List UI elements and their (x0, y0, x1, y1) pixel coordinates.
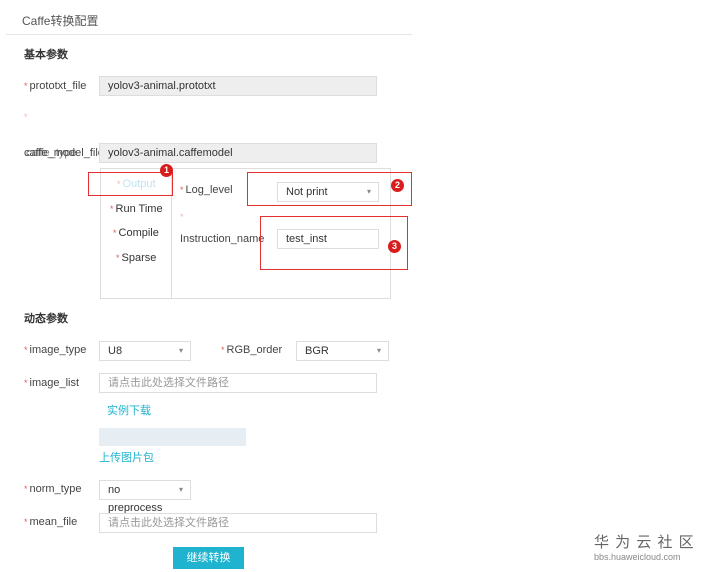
norm-type-select[interactable]: no preprocess ▾ (99, 480, 191, 514)
divider (6, 34, 412, 35)
annotation-badge-2: 2 (391, 179, 404, 192)
upload-area[interactable] (99, 428, 246, 446)
caffemodel-input[interactable]: yolov3-animal.caffemodel (99, 143, 377, 163)
upload-images-link[interactable]: 上传图片包 (99, 449, 154, 465)
tab-sparse[interactable]: * Sparse (116, 252, 156, 264)
image-list-input[interactable]: 请点击此处选择文件路径 (99, 373, 377, 393)
required-marker: * (24, 112, 28, 122)
watermark-title: 华 为 云 社 区 (594, 534, 695, 551)
required-marker: * (180, 212, 184, 222)
example-download-link[interactable]: 实例下载 (107, 402, 151, 418)
image-type-select[interactable]: U8 ▾ (99, 341, 191, 361)
rgb-order-label: * RGB_order (221, 344, 283, 356)
prototxt-label: * prototxt_file (24, 80, 87, 92)
continue-convert-button[interactable]: 继续转换 (173, 547, 244, 569)
tab-compile[interactable]: * Compile (113, 227, 159, 239)
chevron-down-icon: ▾ (178, 485, 183, 494)
instruction-label: Instruction_name (180, 233, 265, 245)
annotation-badge-3: 3 (388, 240, 401, 253)
caffetype-label: caffe_type (26, 147, 77, 159)
tab-run-time[interactable]: * Run Time (110, 203, 163, 215)
mean-file-label: * mean_file (24, 516, 78, 528)
image-type-label: * image_type (24, 344, 87, 356)
annotation-box-2 (247, 172, 412, 206)
chevron-down-icon: ▾ (178, 346, 183, 355)
mean-file-input[interactable]: 请点击此处选择文件路径 (99, 513, 377, 533)
norm-type-label: * norm_type (24, 483, 82, 495)
annotation-box-1 (88, 172, 173, 196)
rgb-order-select[interactable]: BGR ▾ (296, 341, 389, 361)
chevron-down-icon: ▾ (376, 346, 381, 355)
page-title: Caffe转换配置 (22, 14, 99, 28)
annotation-badge-1: 1 (160, 164, 173, 177)
prototxt-input[interactable]: yolov3-animal.prototxt (99, 76, 377, 96)
annotation-box-3 (260, 216, 408, 270)
dynamic-heading: 动态参数 (24, 313, 68, 325)
watermark-url: bbs.huaweicloud.com (594, 552, 681, 562)
basic-heading: 基本参数 (24, 49, 68, 61)
image-list-label: * image_list (24, 377, 80, 389)
log-level-label: * Log_level (180, 184, 233, 196)
